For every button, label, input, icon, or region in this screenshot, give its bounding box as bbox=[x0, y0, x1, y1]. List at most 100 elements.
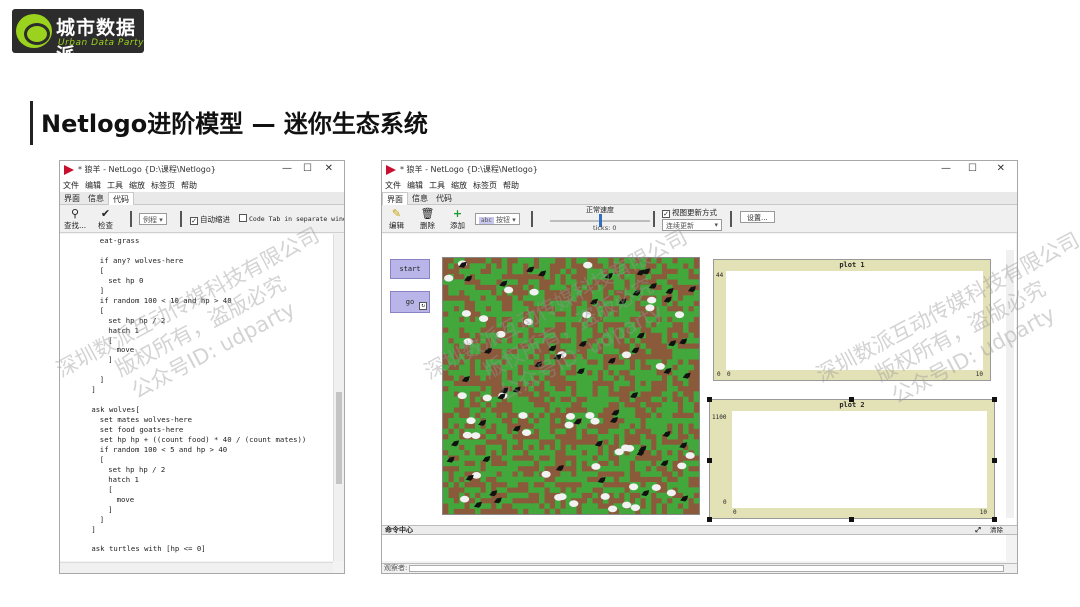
code-editor[interactable]: eat-grass if any? wolves-here[set hp 0] if… bbox=[60, 234, 333, 561]
vertical-scrollbar[interactable] bbox=[333, 234, 344, 561]
brand-mark-icon bbox=[16, 14, 52, 48]
update-mode-dropdown[interactable]: 连续更新 ▾ bbox=[662, 219, 722, 231]
close-icon[interactable]: ✕ bbox=[325, 163, 333, 174]
resize-handle[interactable] bbox=[849, 397, 854, 402]
netlogo-interface-window: * 狼羊 - NetLogo {D:\课程\Netlogo} — ☐ ✕ 文件 … bbox=[381, 160, 1018, 574]
goat-agent bbox=[651, 484, 661, 491]
code-line: hatch 1 bbox=[108, 474, 139, 484]
tab-code[interactable]: 代码 bbox=[432, 192, 456, 205]
goat-agent bbox=[541, 470, 551, 478]
resize-handle[interactable] bbox=[849, 517, 854, 522]
maximize-icon[interactable]: ☐ bbox=[968, 163, 977, 174]
pencil-icon: ✎ bbox=[391, 207, 402, 220]
go-button-label: go bbox=[405, 298, 415, 306]
menu-edit[interactable]: 编辑 bbox=[82, 179, 104, 192]
code-line: ] bbox=[91, 524, 96, 534]
menu-zoom[interactable]: 缩放 bbox=[448, 179, 470, 192]
goat-agent bbox=[582, 311, 592, 319]
maximize-icon[interactable]: ☐ bbox=[303, 163, 312, 174]
close-icon[interactable]: ✕ bbox=[997, 163, 1005, 174]
code-line: set hp 0 bbox=[108, 275, 144, 285]
code-line: set hp hp / 2 bbox=[108, 464, 166, 474]
goat-agent bbox=[471, 432, 481, 439]
go-button[interactable]: go ↻ bbox=[390, 291, 430, 313]
resize-handle[interactable] bbox=[992, 397, 997, 402]
tab-info[interactable]: 信息 bbox=[408, 192, 432, 205]
menu-file[interactable]: 文件 bbox=[60, 179, 82, 192]
window-title: * 狼羊 - NetLogo {D:\课程\Netlogo} bbox=[400, 165, 538, 174]
horizontal-scrollbar[interactable] bbox=[60, 562, 333, 573]
tab-code[interactable]: 代码 bbox=[108, 192, 134, 206]
menu-help[interactable]: 帮助 bbox=[178, 179, 200, 192]
procedures-dropdown[interactable]: 例程 ▾ bbox=[139, 213, 167, 225]
tab-interface[interactable]: 界面 bbox=[382, 192, 408, 206]
toolbar-separator bbox=[531, 211, 533, 227]
code-line: [ bbox=[99, 265, 105, 275]
menu-tabs[interactable]: 标签页 bbox=[148, 179, 178, 192]
code-line: set mates wolves-here bbox=[99, 415, 193, 425]
code-line: if random 100 < 10 and hp > 40 bbox=[99, 295, 232, 305]
separate-window-checkbox[interactable]: Code Tab in separate wind bbox=[239, 214, 344, 223]
tab-info[interactable]: 信息 bbox=[84, 192, 108, 205]
goat-agent bbox=[463, 338, 473, 346]
delete-button[interactable]: 🗑 删除 bbox=[420, 207, 435, 231]
expand-icon[interactable]: ⤢ bbox=[975, 526, 981, 534]
resize-handle[interactable] bbox=[707, 517, 712, 522]
goat-agent bbox=[522, 429, 532, 436]
menu-zoom[interactable]: 缩放 bbox=[126, 179, 148, 192]
goat-agent bbox=[622, 501, 632, 509]
goat-agent bbox=[518, 412, 528, 419]
code-line: if any? wolves-here bbox=[99, 255, 184, 265]
start-button[interactable]: start bbox=[390, 259, 430, 279]
menu-file[interactable]: 文件 bbox=[382, 179, 404, 192]
plot-2[interactable]: plot 2 1100 0 0 10 bbox=[709, 399, 995, 519]
goat-agent bbox=[444, 274, 454, 282]
menu-tabs[interactable]: 标签页 bbox=[470, 179, 500, 192]
goat-agent bbox=[529, 288, 539, 296]
menu-tools[interactable]: 工具 bbox=[104, 179, 126, 192]
plot-2-canvas bbox=[732, 411, 987, 508]
resize-handle[interactable] bbox=[992, 517, 997, 522]
brand-name-english: Urban Data Party bbox=[58, 38, 144, 48]
check-button[interactable]: ✔ 检查 bbox=[98, 207, 113, 231]
command-input[interactable] bbox=[409, 565, 1004, 572]
menu-help[interactable]: 帮助 bbox=[500, 179, 522, 192]
interface-vertical-scrollbar[interactable] bbox=[1006, 250, 1014, 518]
tab-bar: 界面 信息 代码 bbox=[60, 192, 344, 206]
menu-tools[interactable]: 工具 bbox=[426, 179, 448, 192]
plot-1-x-min: 0 bbox=[727, 371, 731, 378]
tab-interface[interactable]: 界面 bbox=[60, 192, 84, 205]
widget-type-label: 按钮 bbox=[496, 216, 511, 224]
netlogo-app-icon bbox=[64, 165, 74, 175]
ticks-counter: ticks: 0 bbox=[593, 224, 617, 232]
goat-agent bbox=[629, 483, 639, 491]
resize-handle[interactable] bbox=[707, 458, 712, 463]
goat-agent bbox=[608, 505, 618, 513]
goat-agent bbox=[647, 296, 657, 304]
world-view[interactable] bbox=[442, 257, 700, 515]
auto-indent-checkbox[interactable]: ✓ 自动缩进 bbox=[190, 214, 230, 225]
command-input-row: 观察者: bbox=[382, 563, 1017, 573]
minimize-icon[interactable]: — bbox=[941, 163, 951, 174]
minimize-icon[interactable]: — bbox=[282, 163, 292, 174]
scrollbar-thumb[interactable] bbox=[336, 392, 342, 484]
goat-agent bbox=[460, 495, 470, 503]
edit-button[interactable]: ✎ 编辑 bbox=[389, 207, 404, 231]
menu-edit[interactable]: 编辑 bbox=[404, 179, 426, 192]
code-line: set hp hp / 2 bbox=[108, 315, 166, 325]
settings-button[interactable]: 设置... bbox=[740, 211, 775, 223]
add-button[interactable]: + 添加 bbox=[450, 207, 465, 231]
clear-button[interactable]: 清除 bbox=[990, 526, 1003, 534]
widget-type-dropdown[interactable]: abc 按钮 ▾ bbox=[475, 213, 520, 225]
plot-1[interactable]: plot 1 44 0 0 10 bbox=[713, 259, 991, 381]
start-button-label: start bbox=[399, 265, 421, 273]
plus-icon: + bbox=[452, 207, 463, 220]
view-updates-checkbox[interactable]: ✓ 视图更新方式 bbox=[662, 207, 717, 218]
code-line: move bbox=[116, 345, 135, 355]
title-accent-bar bbox=[30, 101, 33, 145]
resize-handle[interactable] bbox=[707, 397, 712, 402]
find-button[interactable]: ⚲ 查找... bbox=[64, 207, 86, 231]
auto-indent-label: 自动缩进 bbox=[200, 215, 230, 224]
resize-handle[interactable] bbox=[992, 458, 997, 463]
tab-bar: 界面 信息 代码 bbox=[382, 192, 1017, 206]
